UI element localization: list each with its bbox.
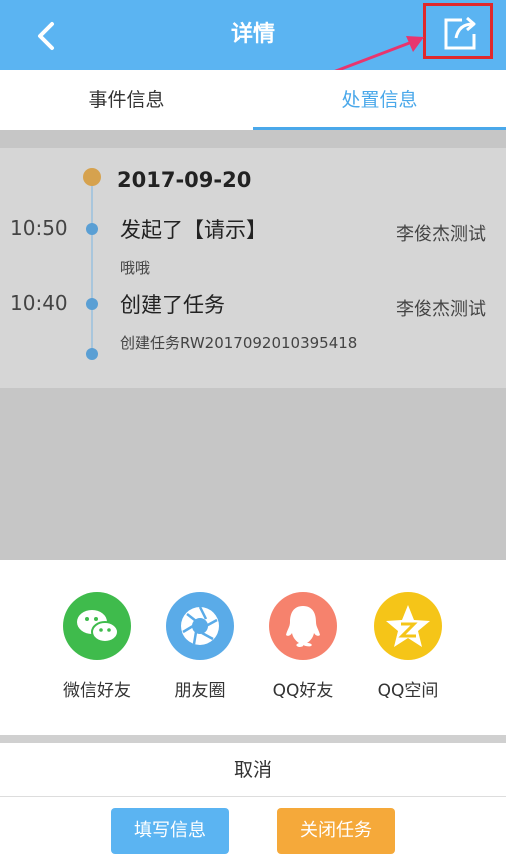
- timeline-dot: [86, 298, 98, 310]
- qzone-icon: [374, 592, 442, 660]
- entry-user: 李俊杰测试: [396, 299, 486, 320]
- share-moments[interactable]: 朋友圈: [150, 592, 250, 701]
- timeline-dot: [86, 223, 98, 235]
- timeline-date-dot: [83, 168, 101, 186]
- timeline-line: [91, 180, 93, 355]
- timeline-end-dot: [86, 348, 98, 360]
- timeline-date: 2017-09-20: [117, 168, 252, 192]
- share-label: 微信好友: [63, 681, 131, 701]
- entry-action: 发起了【请示】: [120, 218, 267, 242]
- tab-event-info[interactable]: 事件信息: [0, 70, 253, 130]
- share-wechat-friend[interactable]: 微信好友: [47, 592, 147, 701]
- divider: [0, 735, 506, 743]
- entry-desc: 哦哦: [120, 259, 151, 277]
- entry-action: 创建了任务: [120, 293, 225, 317]
- moments-icon: [166, 592, 234, 660]
- entry-desc: 创建任务RW2017092010395418: [120, 334, 358, 352]
- share-label: QQ空间: [377, 681, 439, 701]
- tab-bar: 事件信息 处置信息: [0, 70, 506, 130]
- entry-time: 10:40: [10, 291, 68, 315]
- close-task-button[interactable]: 关闭任务: [277, 808, 395, 854]
- qq-icon: [269, 592, 337, 660]
- entry-time: 10:50: [10, 216, 68, 240]
- share-qzone[interactable]: QQ空间: [358, 592, 458, 701]
- share-qq-friend[interactable]: QQ好友: [253, 592, 353, 701]
- share-label: 朋友圈: [174, 681, 226, 701]
- bottom-action-bar: [0, 798, 506, 866]
- share-label: QQ好友: [272, 681, 334, 701]
- cancel-button[interactable]: 取消: [0, 743, 506, 797]
- share-highlight-box: [423, 3, 493, 59]
- wechat-icon: [63, 592, 131, 660]
- fill-info-button[interactable]: 填写信息: [111, 808, 229, 854]
- entry-user: 李俊杰测试: [396, 224, 486, 245]
- tab-handling-info[interactable]: 处置信息: [253, 70, 506, 130]
